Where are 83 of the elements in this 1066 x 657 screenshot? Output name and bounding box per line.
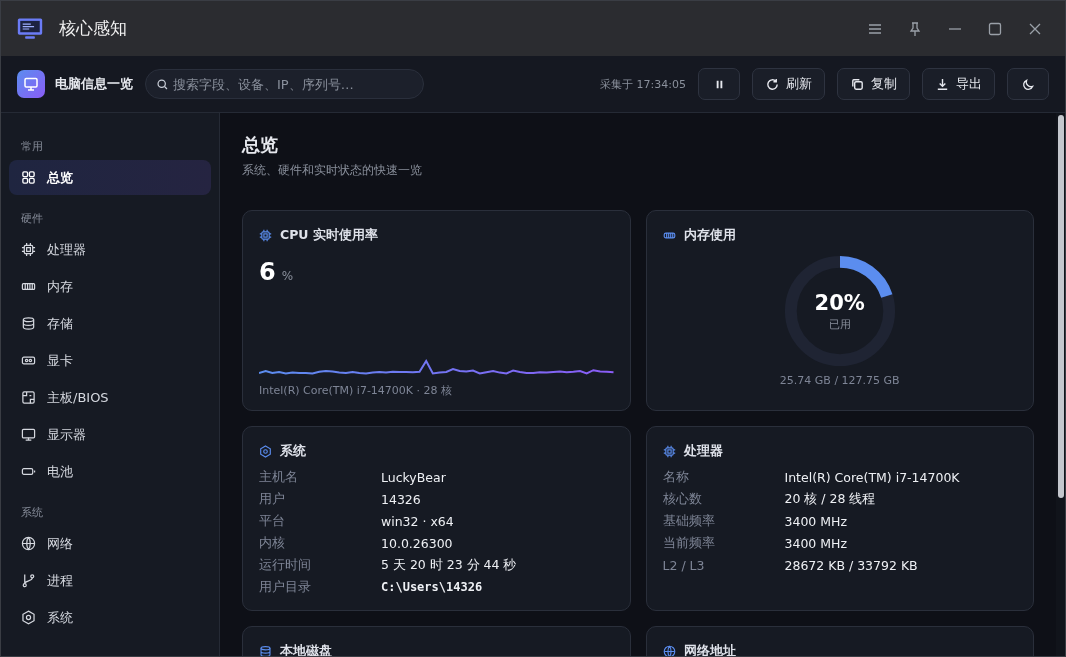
chip-icon (662, 445, 676, 458)
page-subtitle: 系统、硬件和实时状态的快速一览 (242, 162, 423, 179)
field-label: 主机名 (259, 468, 299, 486)
database-icon (21, 316, 36, 331)
page-title: 总览 (242, 133, 279, 157)
field-value: LuckyBear (381, 469, 446, 485)
field-label: 运行时间 (259, 556, 312, 574)
sidebar-item[interactable]: 处理器 (9, 232, 211, 267)
moon-icon (1020, 76, 1036, 92)
memory-icon (662, 229, 676, 242)
unit-label: % (281, 269, 294, 283)
field-label: 基础频率 (662, 512, 716, 530)
copy-button[interactable]: 复制 (837, 68, 910, 100)
field-value: 5 天 20 时 23 分 44 秒 (381, 556, 517, 574)
field-value: C:\Users\14326 (381, 580, 483, 594)
settings-icon (21, 610, 36, 625)
sidebar-item[interactable]: 主板/BIOS (9, 380, 211, 415)
window-title: 核心感知 (59, 17, 127, 40)
globe-icon (662, 645, 676, 656)
chip-icon (21, 242, 36, 257)
monitor-icon (17, 70, 45, 98)
pin-icon[interactable] (907, 20, 923, 37)
sidebar-item[interactable]: 显卡 (9, 343, 211, 378)
globe-icon (21, 536, 36, 551)
refresh-button[interactable]: 刷新 (752, 68, 825, 100)
circuit-board-icon (21, 390, 36, 405)
monitor-icon (21, 427, 36, 442)
scrollbar-thumb[interactable] (1058, 115, 1064, 498)
field-value: win32 · x64 (381, 513, 454, 529)
card-title: 本地磁盘 (280, 643, 332, 656)
card-title: 系统 (280, 443, 306, 460)
grid-icon (21, 170, 36, 185)
field-label: 名称 (662, 468, 690, 486)
field-label: 内核 (259, 534, 286, 552)
field-label: 当前频率 (662, 534, 716, 552)
field-value: 28672 KB / 33792 KB (784, 557, 918, 573)
search-field[interactable]: 搜索字段、设备、IP、序列号… (145, 69, 424, 99)
sidebar-item[interactable]: 总览 (9, 160, 211, 195)
field-label: L2 / L3 (662, 557, 706, 573)
cpu-usage-value: 6 (259, 258, 276, 286)
field-label: 用户目录 (259, 578, 312, 596)
settings-icon (259, 445, 272, 458)
cpu-model-caption: Intel(R) Core(TM) i7-14700K · 28 核 (259, 383, 454, 398)
collected-time: 采集于 17:34:05 (600, 76, 686, 92)
card-title: 处理器 (683, 443, 723, 460)
sidebar-item[interactable]: 电池 (9, 454, 211, 489)
app-title: 电脑信息一览 (55, 75, 133, 93)
field-value: 20 核 / 28 线程 (784, 490, 876, 508)
chip-icon (259, 229, 272, 242)
download-icon (935, 76, 950, 92)
branch-icon (21, 573, 36, 588)
sidebar-item[interactable]: 网络 (9, 526, 211, 561)
sidebar-item[interactable]: 显示器 (9, 417, 211, 452)
sidebar-item[interactable]: 内存 (9, 269, 211, 304)
card-title: 内存使用 (683, 227, 736, 244)
field-value: 10.0.26300 (381, 535, 453, 551)
card-title: 网络地址 (683, 643, 736, 656)
memory-amount: 25.74 GB / 127.75 GB (778, 374, 901, 387)
section-label: 系统 (20, 505, 44, 521)
memory-percent: 20% (814, 290, 865, 315)
sidebar-item[interactable]: 进程 (9, 563, 211, 598)
field-value: Intel(R) Core(TM) i7-14700K (784, 469, 960, 485)
field-label: 核心数 (662, 490, 703, 508)
section-label: 常用 (20, 139, 44, 155)
used-label: 已用 (828, 316, 851, 332)
field-value: 3400 MHz (784, 513, 848, 529)
maximize-icon[interactable] (987, 20, 1003, 37)
field-value: 14326 (381, 491, 421, 507)
copy-icon (850, 76, 865, 92)
sidebar-item[interactable]: 系统 (9, 600, 211, 635)
field-label: 用户 (259, 490, 286, 508)
export-button[interactable]: 导出 (922, 68, 995, 100)
field-label: 平台 (259, 512, 286, 530)
refresh-icon (765, 76, 780, 92)
database-icon (259, 645, 272, 656)
monitor-icon (17, 16, 43, 41)
search-icon (156, 78, 169, 91)
pause-button[interactable] (698, 68, 740, 100)
section-label: 硬件 (20, 211, 44, 227)
sidebar-item[interactable]: 存储 (9, 306, 211, 341)
card-title: CPU 实时使用率 (280, 227, 378, 244)
theme-button[interactable] (1007, 68, 1049, 100)
field-value: 3400 MHz (784, 535, 848, 551)
